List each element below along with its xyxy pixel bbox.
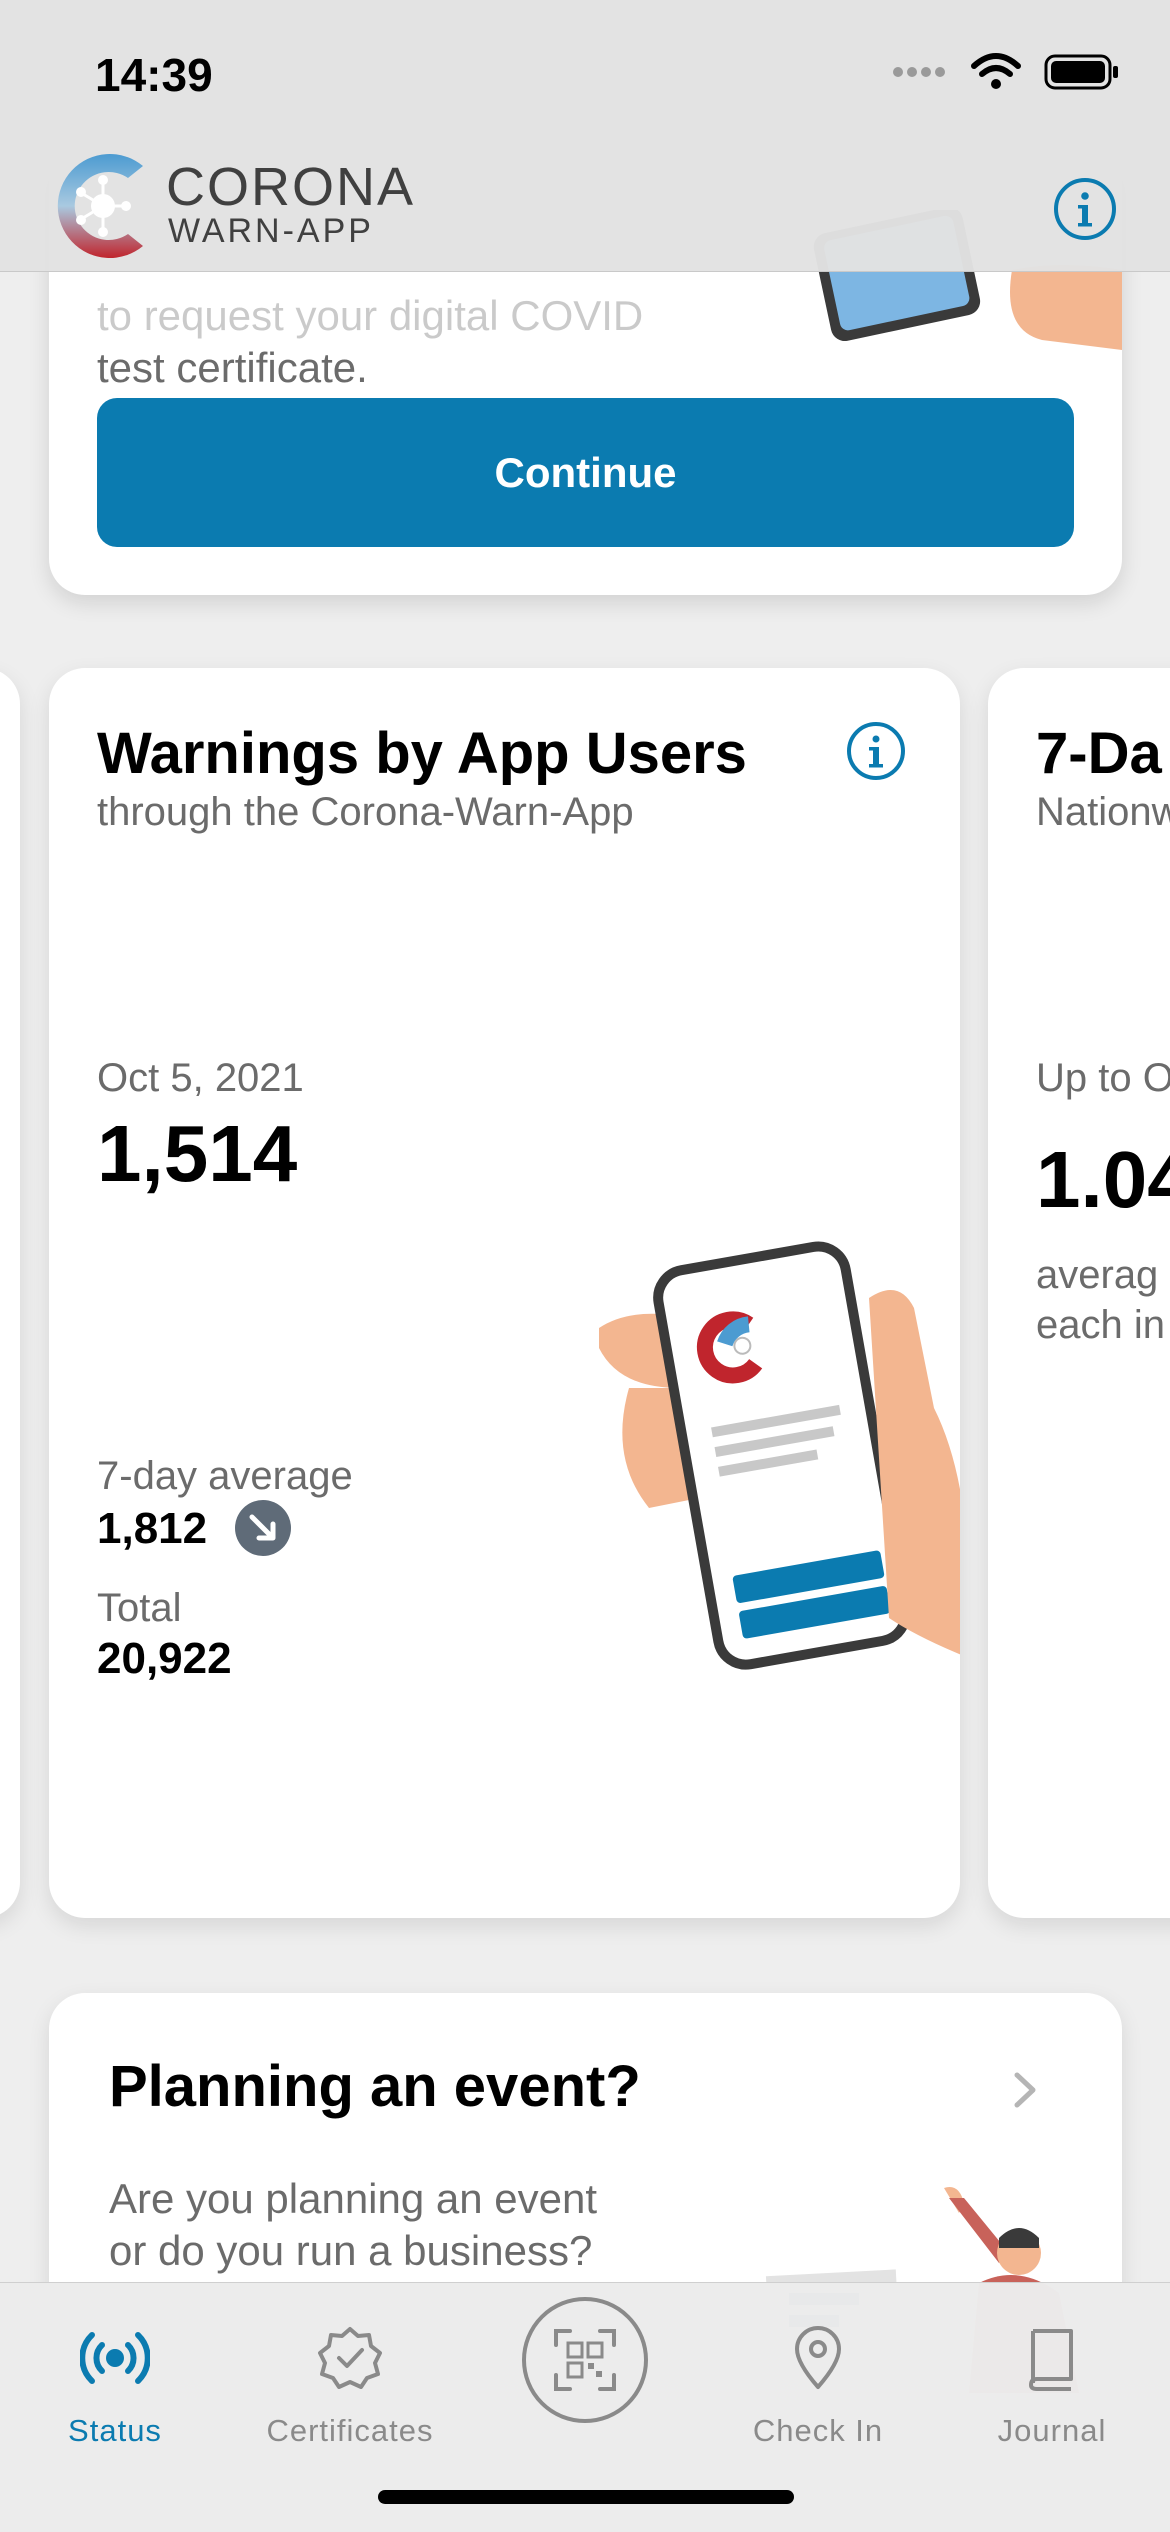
certificate-badge-icon [318, 2327, 382, 2389]
stat-date: Oct 5, 2021 [97, 1056, 304, 1100]
tab-label: Check In [752, 2413, 884, 2448]
certificate-request-text: to request your digital COVID test certi… [97, 292, 644, 391]
screen: to request your digital COVID test certi… [0, 0, 1170, 2532]
tab-label: Journal [997, 2413, 1107, 2448]
tab-status[interactable]: Status [5, 2303, 225, 2453]
corona-warn-app-logo: CORONA WARN-APP [48, 146, 413, 266]
chevron-right-icon [1014, 2072, 1036, 2108]
qr-scan-icon [554, 2329, 616, 2391]
info-icon[interactable] [1052, 176, 1118, 242]
card-subtitle: through the Corona-Warn-App [97, 790, 634, 834]
tab-journal[interactable]: Journal [942, 2303, 1162, 2453]
tab-label: Status [68, 2413, 162, 2448]
logo-text-corona: CORONA [166, 157, 416, 217]
info-icon[interactable] [845, 720, 907, 782]
home-indicator[interactable] [378, 2490, 794, 2504]
trend-down-icon [235, 1500, 291, 1556]
event-card-text: Are you planning an event or do you run … [109, 2175, 598, 2274]
event-card-title: Planning an event? [109, 2054, 641, 2119]
stat-description: averag each in [1036, 1253, 1165, 1347]
logo-icon [57, 154, 143, 258]
stat-date: Up to O [1036, 1056, 1170, 1100]
battery-icon [1044, 54, 1118, 90]
phone-in-hand-illustration [599, 1241, 960, 1670]
status-icons [892, 52, 1120, 92]
tab-label: Certificates [266, 2413, 434, 2448]
card-title: Warnings by App Users [97, 721, 747, 786]
status-time: 14:39 [95, 49, 213, 101]
card-title: 7-Da [1036, 721, 1162, 786]
tab-certificates[interactable]: Certificates [240, 2303, 460, 2453]
location-pin-icon [795, 2326, 841, 2389]
average-value: 1,812 [97, 1504, 208, 1553]
card-subtitle: Nationw [1036, 790, 1170, 834]
journal-book-icon [1029, 2329, 1073, 2391]
status-radio-icon [80, 2332, 150, 2384]
cellular-signal-icon [893, 67, 945, 77]
total-value: 20,922 [97, 1634, 232, 1683]
app-header: 14:39 CORONA WARN-APP [0, 0, 1170, 272]
logo-text-warn-app: WARN-APP [168, 212, 374, 250]
previous-stat-card[interactable] [0, 668, 20, 1918]
wifi-icon [971, 53, 1021, 89]
qr-scan-button[interactable] [522, 2297, 648, 2423]
stat-value: 1,514 [97, 1109, 298, 1198]
stat-value: 1.04 [1036, 1135, 1170, 1224]
total-label: Total [97, 1586, 182, 1630]
tab-check-in[interactable]: Check In [708, 2303, 928, 2453]
average-label: 7-day average [97, 1454, 353, 1498]
seven-day-incidence-card[interactable]: 7-Da Nationw Up to O 1.04 averag each in [988, 668, 1170, 1918]
continue-button[interactable]: Continue [97, 398, 1074, 547]
warnings-by-app-users-card[interactable]: Warnings by App Users through the Corona… [49, 668, 960, 1918]
